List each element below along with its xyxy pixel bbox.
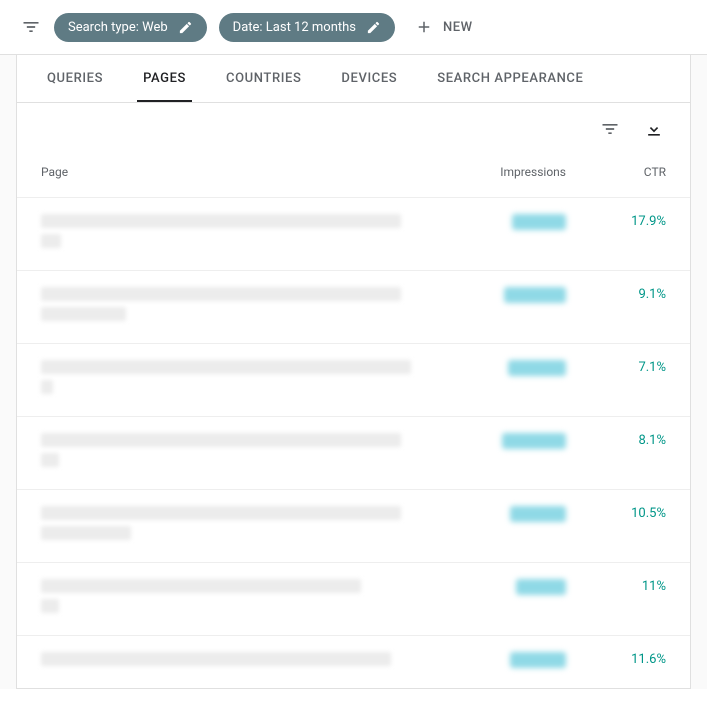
redacted-text [41,287,401,301]
cell-impressions [446,214,566,230]
cell-page [41,433,446,473]
redacted-text [41,506,401,520]
download-icon[interactable] [642,117,666,141]
dimension-tabs: QUERIES PAGES COUNTRIES DEVICES SEARCH A… [17,55,690,103]
cell-ctr: 8.1% [566,433,666,448]
redacted-value [510,652,566,668]
new-filter-button[interactable]: NEW [407,12,481,42]
table-row[interactable]: 17.9% [17,197,690,270]
table-header: Page Impressions CTR [17,155,690,197]
redacted-text [41,307,126,321]
tab-countries[interactable]: COUNTRIES [220,55,307,102]
tab-search-appearance[interactable]: SEARCH APPEARANCE [431,55,589,102]
cell-impressions [446,360,566,376]
redacted-text [41,599,59,613]
tab-devices[interactable]: DEVICES [335,55,403,102]
redacted-text [41,652,391,666]
redacted-value [508,360,566,376]
cell-page [41,214,446,254]
cell-ctr: 10.5% [566,506,666,521]
redacted-value [512,214,566,230]
cell-ctr: 7.1% [566,360,666,375]
chip-date-range-label: Date: Last 12 months [233,20,356,35]
cell-ctr: 9.1% [566,287,666,302]
col-header-impressions[interactable]: Impressions [446,165,566,179]
redacted-value [504,287,566,303]
edit-icon [178,20,193,35]
col-header-page[interactable]: Page [41,165,446,179]
cell-impressions [446,433,566,449]
redacted-text [41,526,131,540]
table-row[interactable]: 9.1% [17,270,690,343]
cell-page [41,506,446,546]
cell-impressions [446,652,566,668]
cell-ctr: 11% [566,579,666,594]
chip-date-range[interactable]: Date: Last 12 months [219,13,395,42]
redacted-text [41,433,401,447]
cell-page [41,579,446,619]
results-card: QUERIES PAGES COUNTRIES DEVICES SEARCH A… [16,55,691,689]
tab-pages[interactable]: PAGES [137,55,192,102]
new-filter-label: NEW [443,20,473,35]
table-row[interactable]: 7.1% [17,343,690,416]
cell-impressions [446,287,566,303]
tab-queries[interactable]: QUERIES [41,55,109,102]
cell-impressions [446,579,566,595]
redacted-value [516,579,566,595]
table-toolbar [17,103,690,155]
plus-icon [415,18,433,36]
chip-search-type-label: Search type: Web [68,20,168,35]
table-row[interactable]: 11.6% [17,635,690,688]
cell-ctr: 11.6% [566,652,666,667]
redacted-text [41,214,401,228]
top-toolbar: Search type: Web Date: Last 12 months NE… [0,0,707,55]
redacted-text [41,380,53,394]
col-header-ctr[interactable]: CTR [566,165,666,179]
table-row[interactable]: 10.5% [17,489,690,562]
table-filter-icon[interactable] [598,117,622,141]
cell-ctr: 17.9% [566,214,666,229]
cell-page [41,360,446,400]
redacted-text [41,360,411,374]
table-row[interactable]: 11% [17,562,690,635]
redacted-value [502,433,566,449]
cell-page [41,652,446,672]
redacted-text [41,453,59,467]
chip-search-type[interactable]: Search type: Web [54,13,207,42]
redacted-value [510,506,566,522]
redacted-text [41,234,61,248]
filter-icon[interactable] [20,16,42,38]
cell-impressions [446,506,566,522]
cell-page [41,287,446,327]
table-row[interactable]: 8.1% [17,416,690,489]
edit-icon [366,20,381,35]
redacted-text [41,579,361,593]
